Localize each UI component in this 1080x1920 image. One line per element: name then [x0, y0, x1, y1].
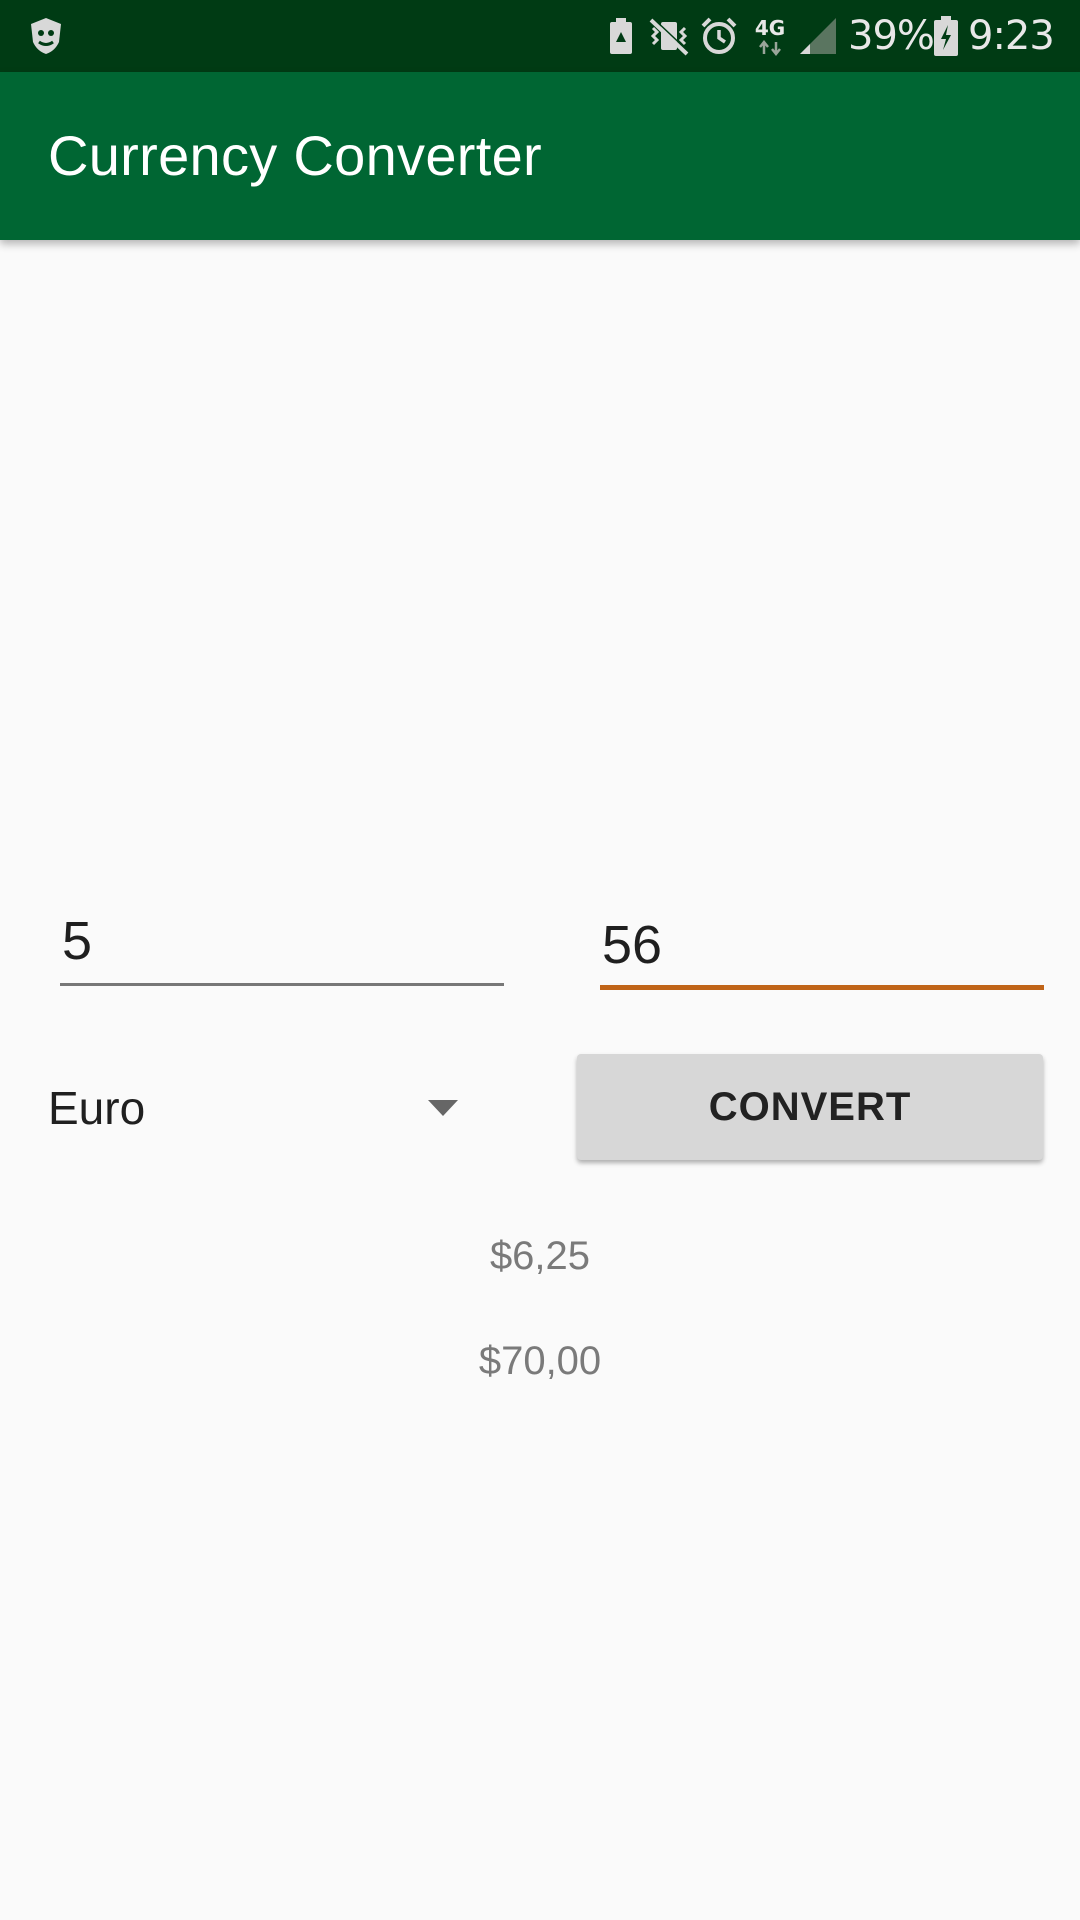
- status-bar: 4G 39% 9:23: [0, 0, 1080, 72]
- battery-saver-icon: [606, 0, 636, 72]
- screen: 4G 39% 9:23 Currency Converter 5 56 Euro…: [0, 0, 1080, 1920]
- data-arrows-icon: 4G: [752, 0, 788, 72]
- signal-icon: [798, 0, 838, 72]
- battery-charging-icon: [932, 0, 960, 72]
- amount-input-underline: [60, 983, 504, 986]
- app-title: Currency Converter: [48, 124, 543, 187]
- app-bar: Currency Converter: [0, 72, 1080, 240]
- battery-percent: 39%: [848, 13, 935, 59]
- convert-button[interactable]: CONVERT: [577, 1054, 1043, 1160]
- result-text-1: $6,25: [489, 1234, 591, 1278]
- currency-spinner[interactable]: Euro: [48, 1068, 468, 1148]
- rate-input-underline: [600, 985, 1044, 990]
- dropdown-arrow-icon: [428, 1100, 458, 1116]
- drweb-shield-icon: [26, 0, 66, 72]
- rate-input-value: 56: [602, 915, 663, 975]
- amount-input[interactable]: 5: [60, 906, 504, 986]
- alarm-icon: [698, 0, 740, 72]
- currency-spinner-selected: Euro: [48, 1082, 146, 1134]
- amount-input-value: 5: [62, 911, 93, 971]
- result-text-2: $70,00: [478, 1339, 602, 1383]
- clock: 9:23: [968, 13, 1055, 59]
- vibrate-mute-icon: [646, 0, 692, 72]
- rate-input[interactable]: 56: [600, 906, 1044, 990]
- network-type-label: 4G: [754, 16, 786, 40]
